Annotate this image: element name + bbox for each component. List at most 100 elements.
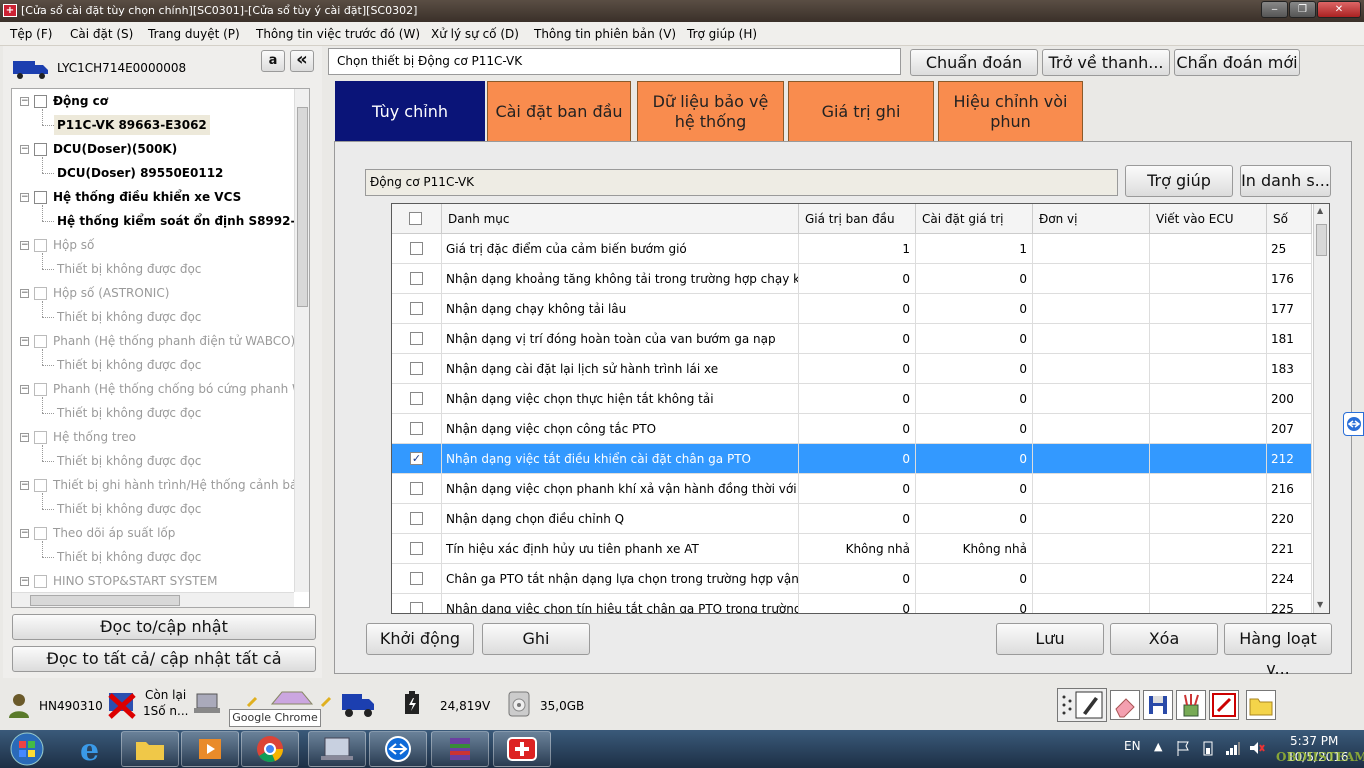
new-diagnose-button[interactable]: Chẩn đoán mới [1174, 49, 1300, 76]
header-setting-value[interactable]: Cài đặt giá trị [916, 204, 1033, 234]
close-button[interactable]: ✕ [1317, 1, 1361, 18]
row-checkbox[interactable] [410, 542, 423, 555]
row-checkbox[interactable] [410, 362, 423, 375]
cell-select[interactable] [392, 384, 442, 414]
tree-system-item[interactable]: Phanh (Hệ thống phanh điện tử WABCO) [50, 331, 298, 351]
start-button[interactable]: Khởi động [366, 623, 474, 655]
cell-select[interactable] [392, 474, 442, 504]
table-row[interactable]: Nhận dạng chạy không tải lâu 0 0 177 [392, 294, 1312, 324]
cell-setting-value[interactable]: 0 [916, 594, 1033, 613]
flag-icon[interactable] [1176, 740, 1190, 756]
print-list-button[interactable]: In danh s... [1240, 165, 1331, 197]
row-checkbox[interactable] [410, 332, 423, 345]
tree-device-item[interactable]: Hệ thống kiểm soát ổn định S8992-E0 [54, 211, 309, 231]
tree-expander-icon[interactable]: − [20, 577, 29, 586]
tree-system-item[interactable]: Phanh (Hệ thống chống bó cứng phanh WA [50, 379, 309, 399]
cell-setting-value[interactable]: 1 [916, 234, 1033, 264]
language-indicator[interactable]: EN [1124, 739, 1141, 753]
header-item[interactable]: Danh mục [442, 204, 799, 234]
table-row[interactable]: Nhận dạng việc chọn công tắc PTO 0 0 207 [392, 414, 1312, 444]
remote-control-icon[interactable] [1343, 412, 1364, 436]
cell-select[interactable] [392, 324, 442, 354]
edit-document-icon[interactable] [1209, 690, 1239, 720]
row-checkbox[interactable] [410, 482, 423, 495]
menu-previous-work[interactable]: Thông tin việc trước đó (W) [256, 27, 420, 41]
tree-expander-icon[interactable]: − [20, 481, 29, 490]
header-number[interactable]: Số [1267, 204, 1312, 234]
menu-browse[interactable]: Trang duyệt (P) [148, 27, 240, 41]
tree-expander-icon[interactable]: − [20, 385, 29, 394]
tree-device-item[interactable]: Thiết bị không được đọc [54, 499, 204, 519]
tree-device-item[interactable]: Thiết bị không được đọc [54, 259, 204, 279]
table-row[interactable]: Nhận dạng việc chọn phanh khí xả vận hàn… [392, 474, 1312, 504]
tab-protect-data[interactable]: Dữ liệu bảo vệ hệ thống [637, 81, 784, 141]
help-button[interactable]: Trợ giúp [1125, 165, 1233, 197]
tree-checkbox[interactable] [34, 335, 47, 348]
menu-settings[interactable]: Cài đặt (S) [70, 27, 133, 41]
start-orb-icon[interactable] [6, 731, 48, 767]
tree-checkbox[interactable] [34, 239, 47, 252]
cell-select[interactable] [392, 354, 442, 384]
scroll-down-arrow-icon[interactable]: ▼ [1317, 600, 1323, 609]
cell-setting-value[interactable]: 0 [916, 504, 1033, 534]
tree-expander-icon[interactable]: − [20, 433, 29, 442]
winrar-icon[interactable] [431, 731, 489, 767]
table-row[interactable]: Nhận dạng chọn điều chỉnh Q 0 0 220 [392, 504, 1312, 534]
row-checkbox[interactable] [410, 422, 423, 435]
tree-vscrollbar[interactable] [294, 89, 309, 592]
row-checkbox[interactable] [410, 392, 423, 405]
tree-system-item[interactable]: Hộp số (ASTRONIC) [50, 283, 172, 303]
table-row[interactable]: Nhận dạng cài đặt lại lịch sử hành trình… [392, 354, 1312, 384]
tree-hscrollbar[interactable] [12, 592, 294, 607]
diagnose-button[interactable]: Chuẩn đoán [910, 49, 1038, 76]
chrome-icon[interactable] [241, 731, 299, 767]
cell-setting-value[interactable]: 0 [916, 474, 1033, 504]
volume-muted-icon[interactable] [1249, 740, 1265, 756]
table-row[interactable]: Nhận dạng khoảng tăng không tải trong tr… [392, 264, 1312, 294]
tab-write-value[interactable]: Giá trị ghi [788, 81, 934, 141]
cell-select[interactable] [392, 504, 442, 534]
tree-expander-icon[interactable]: − [20, 97, 29, 106]
tree-checkbox[interactable] [34, 287, 47, 300]
header-select-all[interactable] [392, 204, 442, 234]
cell-select[interactable]: ✓ [392, 444, 442, 474]
tree-system-item[interactable]: DCU(Doser)(500K) [50, 139, 180, 159]
tree-checkbox[interactable] [34, 143, 47, 156]
hino-diagnostic-icon[interactable] [493, 731, 551, 767]
tree-checkbox[interactable] [34, 479, 47, 492]
maximize-button[interactable]: ❐ [1289, 1, 1316, 18]
write-button[interactable]: Ghi [482, 623, 590, 655]
table-row[interactable]: ✓ Nhận dạng việc tắt điều khiển cài đặt c… [392, 444, 1312, 474]
teamviewer-icon[interactable] [369, 731, 427, 767]
tree-device-item[interactable]: Thiết bị không được đọc [54, 547, 204, 567]
tree-system-item[interactable]: Hệ thống treo [50, 427, 139, 447]
tree-checkbox[interactable] [34, 95, 47, 108]
tray-expand-icon[interactable]: ▲ [1154, 740, 1168, 754]
cell-setting-value[interactable]: 0 [916, 564, 1033, 594]
tab-custom[interactable]: Tùy chỉnh [335, 81, 485, 141]
menu-troubleshoot[interactable]: Xử lý sự cố (D) [431, 27, 519, 41]
network-tray-icon[interactable] [1225, 740, 1241, 756]
tree-checkbox[interactable] [34, 575, 47, 588]
tree-device-item[interactable]: P11C-VK 89663-E3062 [54, 115, 210, 135]
row-checkbox[interactable]: ✓ [410, 452, 423, 465]
eraser-icon[interactable] [1110, 690, 1140, 720]
cell-setting-value[interactable]: 0 [916, 264, 1033, 294]
table-vscrollbar[interactable]: ▲ ▼ [1313, 204, 1329, 613]
read-update-button[interactable]: Đọc to/cập nhật [12, 614, 316, 640]
tree-checkbox[interactable] [34, 191, 47, 204]
batch-button[interactable]: Hàng loạt v... [1224, 623, 1332, 678]
save-button[interactable]: Lưu [996, 623, 1104, 655]
tree-device-item[interactable]: DCU(Doser) 89550E0112 [54, 163, 226, 183]
row-checkbox[interactable] [410, 602, 423, 613]
tree-device-item[interactable]: Thiết bị không được đọc [54, 355, 204, 375]
cell-select[interactable] [392, 414, 442, 444]
table-row[interactable]: Nhận dạng việc chọn thực hiện tắt không … [392, 384, 1312, 414]
table-row[interactable]: Giá trị đặc điểm của cảm biến bướm gió 1 1… [392, 234, 1312, 264]
tree-hscroll-thumb[interactable] [30, 595, 180, 606]
table-vscroll-thumb[interactable] [1316, 224, 1327, 256]
tree-system-item[interactable]: HINO STOP&START SYSTEM [50, 571, 220, 591]
cell-setting-value[interactable]: Không nhả [916, 534, 1033, 564]
tree-system-item[interactable]: Hệ thống điều khiển xe VCS [50, 187, 244, 207]
tree-system-item[interactable]: Hộp số [50, 235, 97, 255]
